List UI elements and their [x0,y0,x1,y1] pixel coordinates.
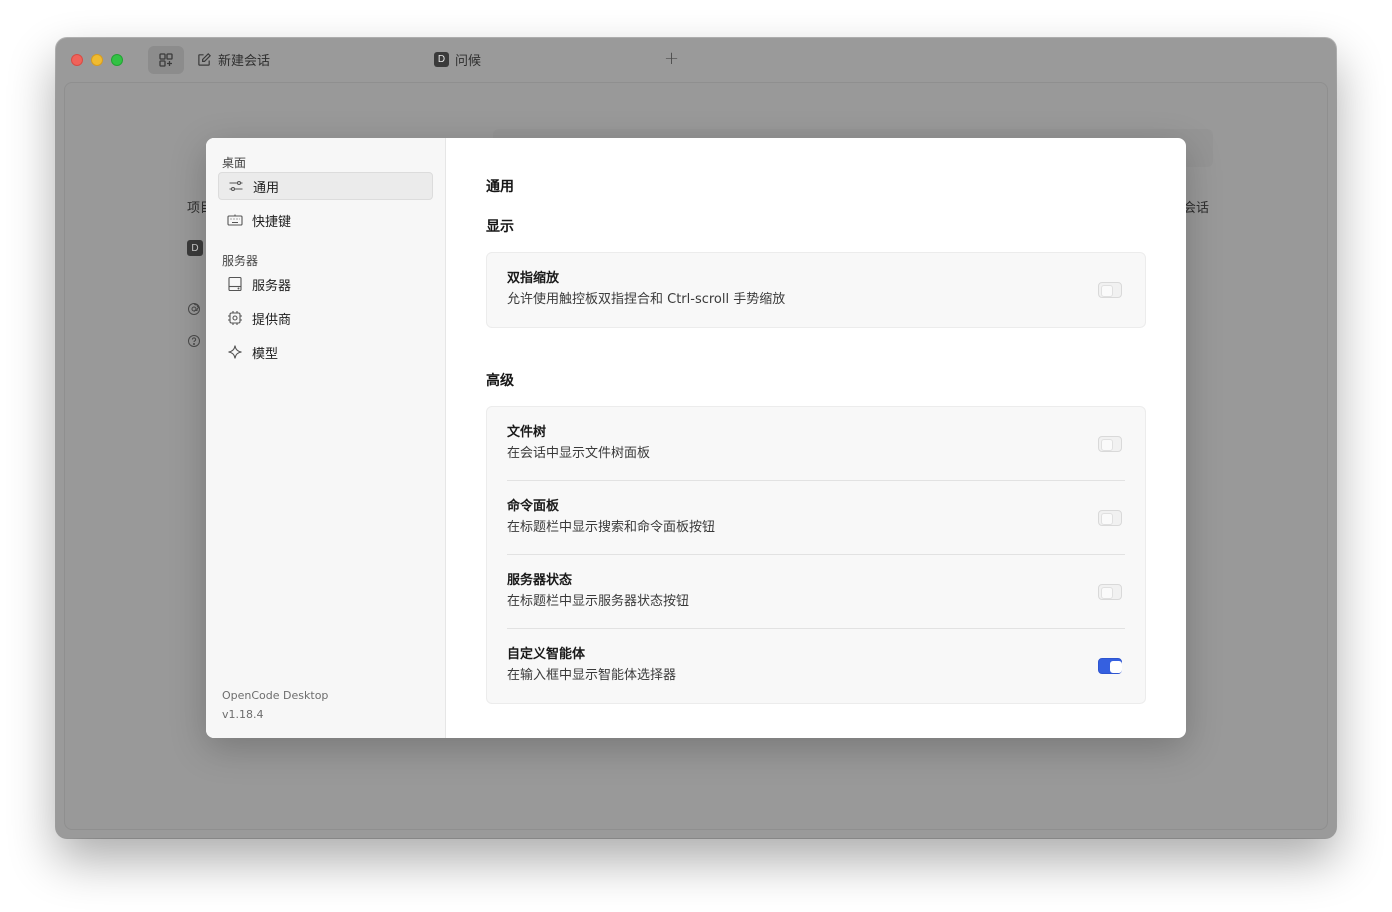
zoom-window-button[interactable] [111,54,123,66]
chip-icon [226,309,244,327]
nav-item-label: 通用 [253,180,280,196]
advanced-group-title: 高级 [486,373,514,389]
app-info: OpenCode Desktop v1.18.4 [222,686,328,724]
app-name: OpenCode Desktop [222,689,329,702]
help-icon [188,335,200,347]
setting-title: 自定义智能体 [507,647,586,662]
nav-item-servers[interactable]: 服务器 [218,270,433,298]
nav-item-general[interactable]: 通用 [218,172,433,200]
display-group-title: 显示 [486,219,514,235]
setting-title: 双指缩放 [507,271,560,286]
sparkle-icon [226,343,244,361]
minimize-window-button[interactable] [91,54,103,66]
edit-icon [198,53,211,66]
new-session-button[interactable]: 新建会话 [197,50,270,69]
setting-row-custom-agent: 自定义智能体 在输入框中显示智能体选择器 [507,629,1125,703]
advanced-settings-card: 文件树 在会话中显示文件树面板 命令面板 在标题栏中显示搜索和命令面板按钮 服务… [486,406,1146,704]
settings-dialog: 桌面 通用 快捷键 服务器 服务器 提供商 模型 OpenCode Deskto… [206,138,1186,738]
add-tab-button[interactable]: + [664,48,679,69]
desktop-section-title: 桌面 [222,156,247,170]
sidebar-toggle-button[interactable] [148,46,184,74]
nav-item-label: 提供商 [252,312,292,328]
custom-agent-toggle[interactable] [1098,658,1122,674]
display-settings-card: 双指缩放 允许使用触控板双指捏合和 Ctrl-scroll 手势缩放 [486,252,1146,328]
setting-description: 在输入框中显示智能体选择器 [507,668,677,683]
setting-row-pinch-zoom: 双指缩放 允许使用触控板双指捏合和 Ctrl-scroll 手势缩放 [507,253,1125,327]
sliders-icon [227,177,245,195]
nav-item-label: 快捷键 [252,214,292,230]
nav-item-label: 服务器 [252,278,292,294]
setting-row-server-status: 服务器状态 在标题栏中显示服务器状态按钮 [507,555,1125,629]
new-session-label: 新建会话 [218,54,271,69]
nav-item-providers[interactable]: 提供商 [218,304,433,332]
setting-title: 文件树 [507,424,547,440]
command-palette-toggle[interactable] [1098,509,1122,526]
settings-sidebar: 桌面 通用 快捷键 服务器 服务器 提供商 模型 OpenCode Deskto… [206,138,446,738]
page-title: 通用 [486,179,514,195]
nav-item-models[interactable]: 模型 [218,338,433,366]
server-section-title: 服务器 [222,254,259,268]
settings-main: 通用 显示 双指缩放 允许使用触控板双指捏合和 Ctrl-scroll 手势缩放… [446,138,1186,738]
layout-grid-icon [159,53,173,67]
background-project-badge: D [187,240,203,256]
pinch-zoom-toggle[interactable] [1098,282,1122,298]
setting-description: 在标题栏中显示服务器状态按钮 [507,593,690,609]
app-version: v1.18.4 [222,708,264,721]
setting-row-command-palette: 命令面板 在标题栏中显示搜索和命令面板按钮 [507,481,1125,555]
server-icon [226,275,244,293]
titlebar: 新建会话 D 问候 + [56,38,1336,82]
server-status-toggle[interactable] [1098,583,1122,600]
nav-item-shortcuts[interactable]: 快捷键 [218,206,433,234]
keyboard-icon [226,211,244,229]
setting-title: 命令面板 [507,498,560,514]
tab-greeting[interactable]: D 问候 [434,50,481,69]
file-tree-toggle[interactable] [1098,435,1122,452]
setting-description: 允许使用触控板双指捏合和 Ctrl-scroll 手势缩放 [507,292,786,307]
setting-row-file-tree: 文件树 在会话中显示文件树面板 [507,407,1125,481]
tab-project-badge: D [434,52,449,67]
setting-description: 在标题栏中显示搜索和命令面板按钮 [507,519,716,535]
tab-label: 问候 [455,54,482,69]
settings-gear-icon [188,303,200,315]
background-session-label: 会话 [1183,201,1210,216]
setting-title: 服务器状态 [507,572,573,588]
nav-item-label: 模型 [252,346,279,362]
close-window-button[interactable] [71,54,83,66]
setting-description: 在会话中显示文件树面板 [507,445,651,461]
